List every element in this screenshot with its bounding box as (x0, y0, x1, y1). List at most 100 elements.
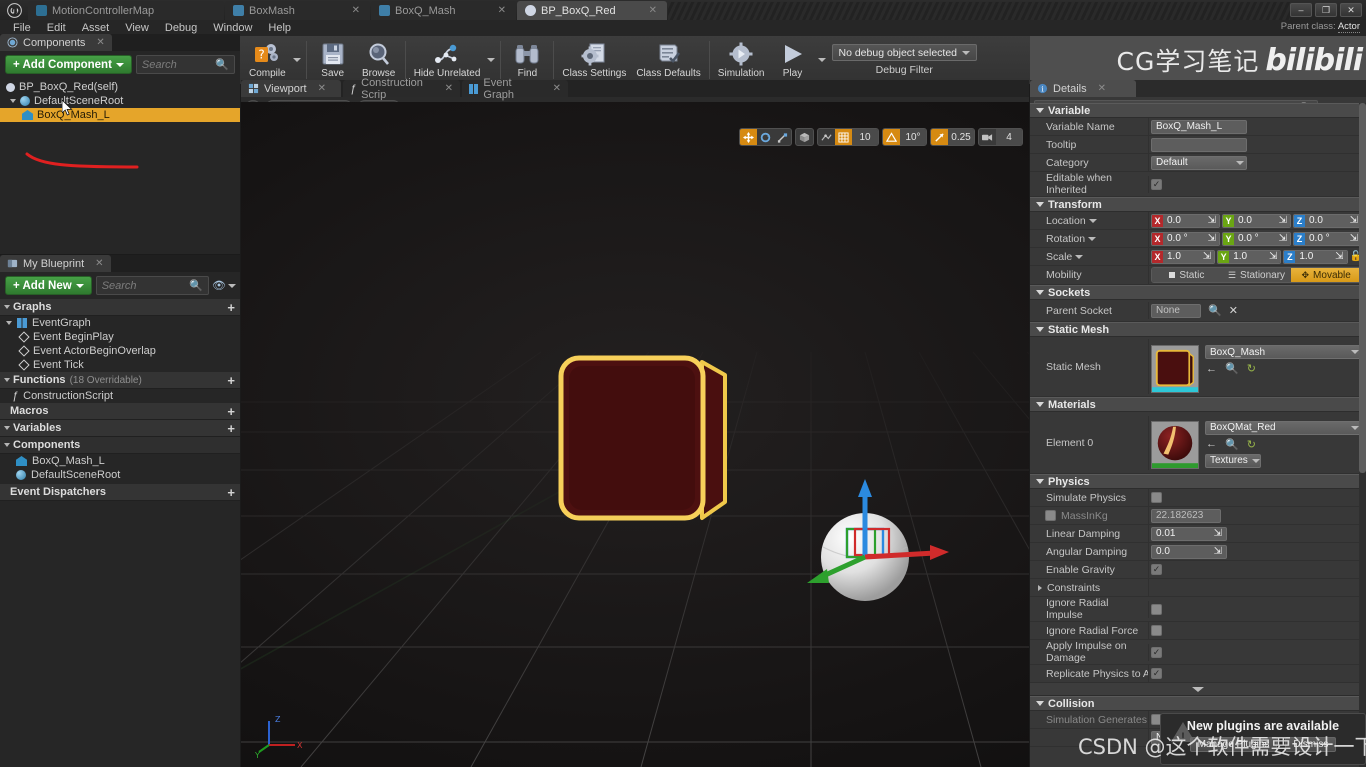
socket-browse-icon[interactable]: 🔍 (1208, 304, 1222, 317)
category-sockets[interactable]: Sockets (1030, 285, 1366, 300)
simulate-physics-checkbox[interactable]: ✓ (1151, 492, 1162, 503)
coordinate-space-button[interactable] (795, 128, 814, 146)
browse-to-asset-icon[interactable]: 🔍 (1225, 362, 1239, 375)
save-button[interactable]: Save (310, 37, 356, 83)
close-icon[interactable]: ✕ (488, 5, 506, 16)
row-constraints[interactable]: Constraints (1030, 579, 1366, 597)
chevron-down-icon[interactable] (1088, 236, 1097, 241)
rotation-x-field[interactable]: X 0.0 ° ⇲ (1151, 231, 1220, 246)
add-variable-button[interactable]: + (227, 421, 235, 436)
apply-impulse-on-damage-checkbox[interactable]: ✓ (1151, 646, 1162, 658)
category-transform[interactable]: Transform (1030, 197, 1366, 212)
category-variable[interactable]: Variable (1030, 103, 1366, 118)
tab-event-graph[interactable]: Event Graph ✕ (462, 77, 568, 101)
variable-name-input[interactable]: BoxQ_Mash_L (1151, 119, 1247, 134)
category-select[interactable]: Default (1151, 155, 1247, 170)
scale-snap-toggle[interactable] (931, 129, 948, 145)
tab-details[interactable]: i Details ✕ (1030, 80, 1136, 97)
debug-object-select[interactable]: No debug object selected (831, 44, 977, 61)
rotation-snap-toggle[interactable] (883, 129, 900, 145)
menu-item-help[interactable]: Help (261, 21, 298, 35)
compile-dropdown[interactable] (291, 37, 303, 83)
category-physics[interactable]: Physics (1030, 474, 1366, 489)
scale-mode-button[interactable] (774, 129, 791, 145)
menu-item-window[interactable]: Window (206, 21, 259, 35)
window-tab-bp-boxq-red[interactable]: BP_BoxQ_Red ✕ (517, 1, 667, 20)
location-z-field[interactable]: Z 0.0 ⇲ (1293, 213, 1362, 228)
selected-box-mesh[interactable] (529, 340, 759, 545)
function-row-constructionscript[interactable]: ƒ ConstructionScript (0, 389, 240, 403)
chevron-down-icon[interactable] (10, 99, 16, 103)
section-graphs[interactable]: Graphs + (0, 299, 240, 316)
component-row-boxq-mash-l[interactable]: BoxQ_Mash_L (0, 454, 240, 468)
scale-y-field[interactable]: Y 1.0 ⇲ (1217, 249, 1282, 264)
grid-snap-value[interactable]: 10 (852, 129, 878, 145)
section-event-dispatchers[interactable]: Event Dispatchers + (0, 484, 240, 501)
chevron-down-icon[interactable] (1088, 218, 1097, 223)
component-row-defaultsceneroot[interactable]: DefaultSceneRoot (0, 94, 240, 108)
camera-speed-value[interactable]: 4 (996, 129, 1022, 145)
enable-gravity-checkbox[interactable]: ✓ (1151, 564, 1162, 575)
angular-damping-input[interactable]: 0.0 ⇲ (1151, 544, 1227, 559)
window-tab-motioncontrollermap[interactable]: MotionControllerMap (28, 1, 224, 20)
scale-x-field[interactable]: X 1.0 ⇲ (1151, 249, 1216, 264)
static-mesh-thumbnail[interactable] (1151, 345, 1199, 393)
menu-item-edit[interactable]: Edit (40, 21, 73, 35)
class-defaults-button[interactable]: Class Defaults (631, 37, 705, 83)
category-static-mesh[interactable]: Static Mesh (1030, 322, 1366, 337)
textures-button[interactable]: Textures (1205, 453, 1261, 468)
close-icon[interactable]: ✕ (342, 5, 360, 16)
scale-snap-value[interactable]: 0.25 (948, 129, 974, 145)
chevron-down-icon[interactable] (1075, 254, 1084, 259)
scale-z-field[interactable]: Z 1.0 ⇲ (1283, 249, 1348, 264)
material-select[interactable]: BoxQMat_Red (1205, 420, 1362, 435)
graph-row-event-actorbeginoverlap[interactable]: Event ActorBeginOverlap (0, 344, 240, 358)
maximize-button[interactable]: ❐ (1315, 3, 1337, 17)
window-tab-boxq-mash[interactable]: BoxQ_Mash ✕ (371, 1, 516, 20)
world-space-cube-icon[interactable] (796, 129, 813, 145)
simulation-button[interactable]: Simulation (713, 37, 770, 83)
parent-class-value[interactable]: Actor (1337, 21, 1360, 33)
visibility-options-button[interactable]: 👁 (212, 276, 236, 295)
add-macro-button[interactable]: + (227, 404, 235, 419)
rotate-mode-button[interactable] (757, 129, 774, 145)
mass-in-kg-input[interactable]: 22.182623 (1151, 508, 1221, 523)
compile-button[interactable]: ? Compile (244, 37, 291, 83)
mobility-movable-option[interactable]: ✥ Movable (1291, 268, 1361, 282)
replicate-physics-checkbox[interactable]: ✓ (1151, 668, 1162, 679)
menu-item-debug[interactable]: Debug (158, 21, 204, 35)
chevron-right-icon[interactable] (1038, 584, 1042, 591)
play-dropdown[interactable] (816, 37, 828, 83)
tab-components[interactable]: Components ✕ (0, 34, 112, 51)
close-icon[interactable]: ✕ (445, 83, 453, 94)
ignore-radial-force-checkbox[interactable]: ✓ (1151, 625, 1162, 636)
section-macros[interactable]: Macros + (0, 403, 240, 420)
surface-snap-button[interactable] (818, 129, 835, 145)
mobility-stationary-option[interactable]: ☰ Stationary (1221, 268, 1292, 282)
graph-row-event-beginplay[interactable]: Event BeginPlay (0, 330, 240, 344)
close-icon[interactable]: ✕ (96, 37, 104, 48)
transform-gizmo[interactable] (797, 465, 977, 635)
rotation-y-field[interactable]: Y 0.0 ° ⇲ (1222, 231, 1291, 246)
translate-mode-button[interactable] (740, 129, 757, 145)
material-thumbnail[interactable] (1151, 420, 1199, 469)
close-button[interactable]: ✕ (1340, 3, 1362, 17)
tab-construction-script[interactable]: ƒ Construction Scrip ✕ (343, 77, 460, 101)
my-blueprint-search-input[interactable]: Search 🔍 (95, 276, 209, 295)
add-graph-button[interactable]: + (227, 300, 235, 315)
rotation-z-field[interactable]: Z 0.0 ° ⇲ (1293, 231, 1362, 246)
location-x-field[interactable]: X 0.0 ⇲ (1151, 213, 1220, 228)
component-row-defaultsceneroot[interactable]: DefaultSceneRoot (0, 468, 240, 482)
menu-item-file[interactable]: File (6, 21, 38, 35)
section-functions[interactable]: Functions (18 Overridable) + (0, 372, 240, 389)
tab-my-blueprint[interactable]: My Blueprint ✕ (0, 255, 111, 272)
window-tab-boxmash[interactable]: BoxMash ✕ (225, 1, 370, 20)
mass-override-checkbox[interactable]: ✓ (1045, 510, 1056, 521)
rotation-snap-value[interactable]: 10° (900, 129, 926, 145)
browse-to-asset-icon[interactable]: 🔍 (1225, 438, 1239, 451)
menu-item-view[interactable]: View (118, 21, 156, 35)
section-components[interactable]: Components (0, 437, 240, 454)
graph-row-event-tick[interactable]: Event Tick (0, 358, 240, 372)
category-materials[interactable]: Materials (1030, 397, 1366, 412)
menu-item-asset[interactable]: Asset (75, 21, 117, 35)
